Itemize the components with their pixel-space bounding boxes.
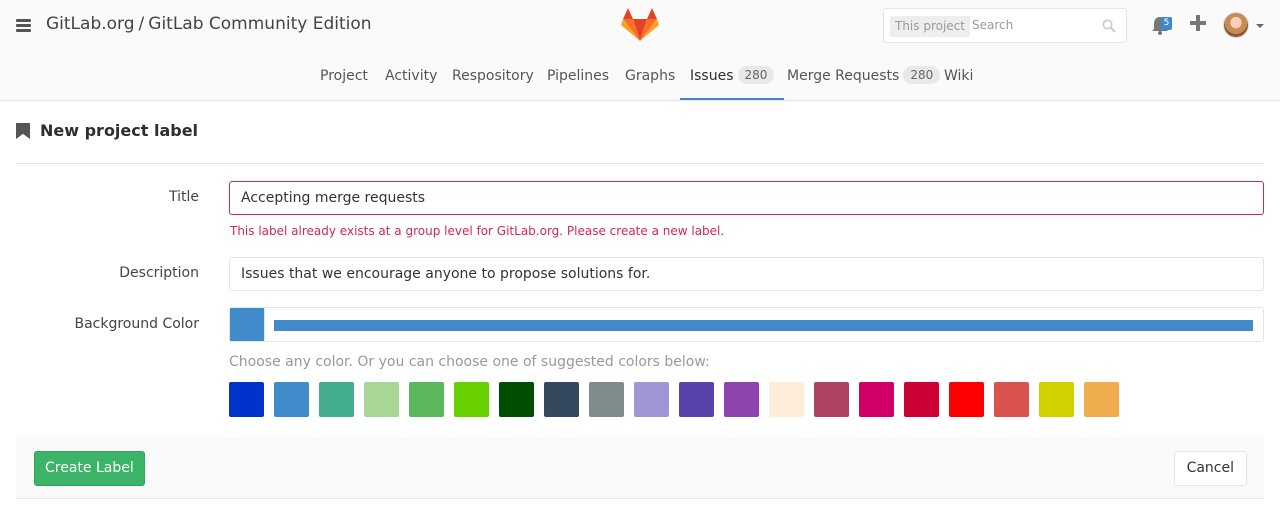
color-swatch[interactable] [589, 382, 624, 417]
divider [16, 163, 1264, 164]
new-item-icon[interactable] [1190, 15, 1206, 31]
color-preview[interactable] [230, 308, 265, 341]
user-avatar[interactable] [1223, 12, 1249, 38]
notification-count-badge: 5 [1161, 17, 1172, 30]
color-swatch[interactable] [274, 382, 309, 417]
todos-button[interactable]: 5 [1151, 14, 1173, 36]
color-swatch[interactable] [724, 382, 759, 417]
tab-issues[interactable]: Issues 280 [680, 54, 785, 100]
color-swatch[interactable] [319, 382, 354, 417]
background-color-input[interactable] [229, 307, 1264, 342]
form-actions: Create Label Cancel [16, 437, 1264, 499]
tab-pipelines[interactable]: Pipelines [547, 54, 609, 100]
description-label: Description [119, 265, 199, 281]
breadcrumb-separator: / [138, 14, 145, 34]
search-input[interactable]: Search [972, 18, 1013, 32]
color-swatch[interactable] [859, 382, 894, 417]
issues-count-badge: 280 [737, 66, 775, 84]
create-label-button[interactable]: Create Label [34, 451, 145, 486]
color-swatch[interactable] [1084, 382, 1119, 417]
search-box[interactable]: This project Search [883, 8, 1127, 43]
cancel-button[interactable]: Cancel [1173, 451, 1247, 486]
menu-icon[interactable] [16, 19, 31, 32]
color-swatch[interactable] [229, 382, 264, 417]
color-swatch[interactable] [634, 382, 669, 417]
tab-wiki[interactable]: Wiki [944, 54, 973, 100]
tab-repository[interactable]: Respository [452, 54, 534, 100]
color-swatch[interactable] [814, 382, 849, 417]
bookmark-icon [16, 123, 30, 139]
page-title-text: New project label [40, 121, 199, 140]
color-swatch[interactable] [364, 382, 399, 417]
group-link[interactable]: GitLab.org [46, 14, 135, 34]
color-swatch[interactable] [1039, 382, 1074, 417]
tab-merge-requests[interactable]: Merge Requests 280 [787, 54, 941, 100]
project-link[interactable]: GitLab Community Edition [148, 14, 371, 34]
description-input[interactable]: Issues that we encourage anyone to propo… [229, 257, 1264, 291]
color-swatch[interactable] [904, 382, 939, 417]
merge-requests-count-badge: 280 [903, 66, 941, 84]
project-nav: Project Activity Respository Pipelines G… [0, 54, 1280, 100]
color-hint: Choose any color. Or you can choose one … [229, 354, 710, 370]
color-swatch[interactable] [769, 382, 804, 417]
color-picker-bar[interactable] [274, 320, 1253, 331]
tab-project[interactable]: Project [320, 54, 368, 100]
color-swatch[interactable] [679, 382, 714, 417]
color-swatch[interactable] [409, 382, 444, 417]
color-swatch[interactable] [949, 382, 984, 417]
top-header: GitLab.org / GitLab Community Edition This… [0, 0, 1280, 101]
color-swatch[interactable] [544, 382, 579, 417]
title-label: Title [168, 189, 199, 205]
tab-activity[interactable]: Activity [385, 54, 437, 100]
background-color-label: Background Color [74, 316, 199, 332]
color-swatch[interactable] [994, 382, 1029, 417]
color-swatch[interactable] [454, 382, 489, 417]
gitlab-logo-icon[interactable] [621, 8, 659, 42]
search-scope-badge[interactable]: This project [890, 16, 970, 37]
search-icon [1102, 19, 1116, 33]
tab-graphs[interactable]: Graphs [625, 54, 675, 100]
color-swatch[interactable] [499, 382, 534, 417]
chevron-down-icon[interactable] [1256, 24, 1264, 28]
title-input[interactable]: Accepting merge requests [229, 181, 1264, 215]
project-breadcrumb: GitLab.org / GitLab Community Edition [46, 14, 372, 34]
title-error-message: This label already exists at a group lev… [230, 224, 725, 238]
